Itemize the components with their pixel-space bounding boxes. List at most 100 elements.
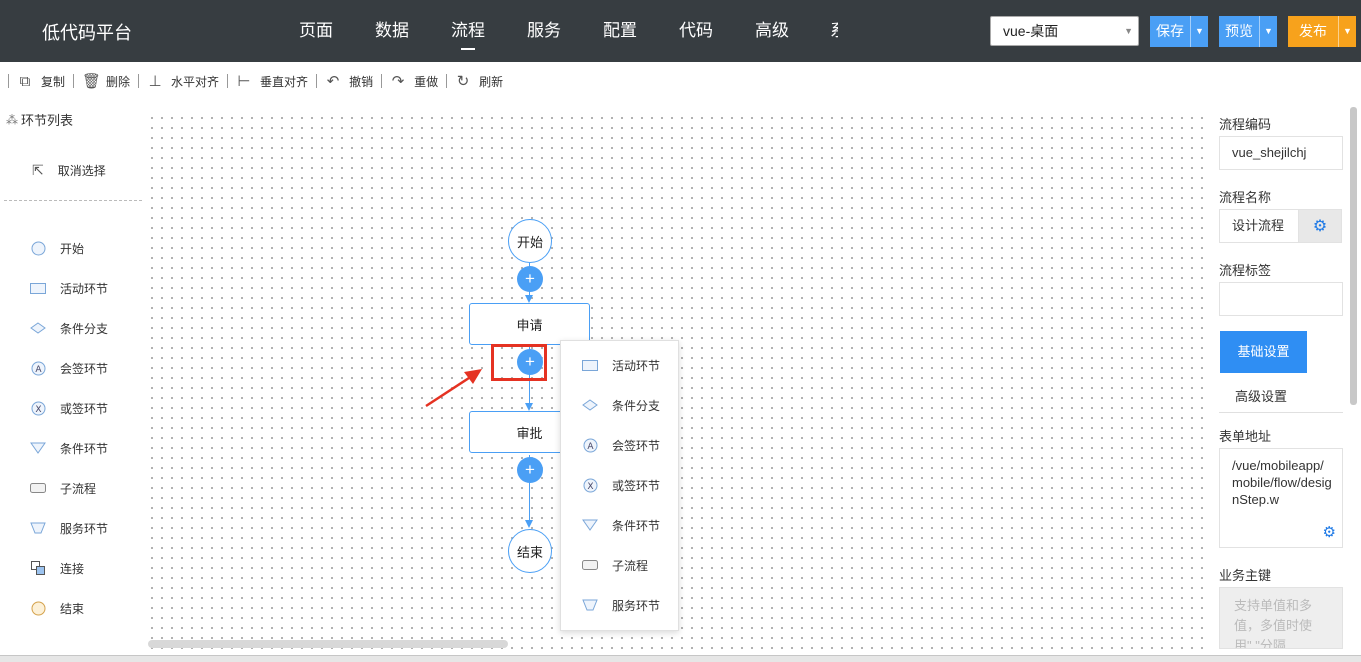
toolbar-divider (446, 74, 448, 88)
palette-item-link[interactable]: 连接 (30, 548, 108, 588)
flow-tag-field[interactable] (1219, 282, 1343, 316)
palette-item-condition[interactable]: 条件环节 (30, 428, 108, 468)
cancel-select-tool[interactable]: ⇱ 取消选择 (32, 162, 106, 179)
add-node-button[interactable]: + (517, 266, 543, 292)
canvas-horizontal-scrollbar[interactable] (148, 640, 508, 648)
add-node-button[interactable]: + (517, 457, 543, 483)
flow-code-label: 流程编码 (1219, 117, 1272, 132)
nav-data[interactable]: 数据 (354, 0, 430, 62)
pointer-icon: ⇱ (32, 162, 44, 178)
panel-vertical-scrollbar[interactable] (1350, 107, 1357, 405)
brand-title: 低代码平台 (42, 23, 132, 43)
toolbar-divider (8, 74, 9, 88)
flow-name-settings-button[interactable]: ⚙ (1298, 209, 1342, 243)
subprocess-icon (30, 481, 46, 495)
vertical-align-icon: ⊢ (237, 73, 251, 90)
gear-icon[interactable]: ⚙ (1323, 524, 1336, 541)
palette-item-activity[interactable]: 活动环节 (30, 268, 108, 308)
popup-item-countersign[interactable]: A 会签环节 (561, 425, 678, 465)
nav-overflow-item[interactable]: 系 (826, 0, 838, 62)
delete-button[interactable]: 🗑 删除 (82, 72, 130, 90)
gear-icon: ⚙ (1312, 218, 1328, 235)
save-button[interactable]: 保存 (1150, 16, 1190, 47)
vertical-align-button[interactable]: ⊢ 垂直对齐 (236, 72, 309, 90)
diamond-icon (582, 399, 598, 411)
select-caret-icon: ▼ (1124, 26, 1133, 36)
business-key-label: 业务主键 (1219, 568, 1272, 583)
popup-item-condition[interactable]: 条件环节 (561, 505, 678, 545)
popup-item-or-sign[interactable]: X 或签环节 (561, 465, 678, 505)
node-label: 申请 (516, 317, 543, 333)
toolbar-divider (381, 74, 383, 88)
svg-text:A: A (587, 442, 594, 452)
popup-item-activity[interactable]: 活动环节 (561, 345, 678, 385)
toolbar-divider (227, 74, 229, 88)
circle-icon (30, 241, 46, 255)
form-url-field[interactable]: /vue/mobileapp/mobile/flow/designStep.w … (1219, 448, 1343, 548)
trash-icon: 🗑 (82, 73, 102, 90)
preview-button[interactable]: 预览 (1219, 16, 1259, 47)
flow-node-start[interactable]: 开始 (508, 219, 552, 263)
palette-item-end[interactable]: 结束 (30, 588, 108, 628)
flow-name-label: 流程名称 (1219, 190, 1272, 205)
tab-advanced-settings[interactable]: 高级设置 (1235, 386, 1287, 405)
palette-item-start[interactable]: 开始 (30, 228, 108, 268)
countersign-icon: A (30, 361, 46, 375)
platform-select-value: vue-桌面 (1003, 23, 1059, 39)
popup-item-subprocess[interactable]: 子流程 (561, 545, 678, 585)
end-circle-icon (30, 601, 46, 615)
popup-item-condition-branch[interactable]: 条件分支 (561, 385, 678, 425)
svg-text:A: A (35, 365, 42, 375)
flow-code-field[interactable]: vue_shejilchj (1219, 136, 1343, 170)
palette-item-subprocess[interactable]: 子流程 (30, 468, 108, 508)
nav-page[interactable]: 页面 (278, 0, 354, 62)
connector-arrow-icon (525, 295, 533, 303)
highlight-box (491, 344, 547, 381)
horizontal-align-icon: ⊥ (148, 73, 162, 90)
triangle-icon (582, 519, 598, 531)
or-sign-icon: X (30, 401, 46, 415)
preview-dropdown-icon[interactable]: ▼ (1259, 16, 1277, 47)
rect-icon (30, 281, 46, 295)
nav-config[interactable]: 配置 (582, 0, 658, 62)
flow-node-apply[interactable]: 申请 (469, 303, 590, 345)
copy-button[interactable]: ⧉ 复制 (17, 73, 65, 90)
svg-text:X: X (35, 405, 41, 415)
horizontal-align-button[interactable]: ⊥ 水平对齐 (147, 72, 219, 90)
publish-dropdown-icon[interactable]: ▼ (1338, 16, 1356, 47)
business-key-field[interactable]: 支持单值和多值，多值时使用","分隔 (1219, 587, 1343, 649)
flow-tag-label: 流程标签 (1219, 263, 1272, 278)
refresh-button[interactable]: ↻ 刷新 (455, 72, 503, 90)
nav-service[interactable]: 服务 (506, 0, 582, 62)
svg-text:X: X (587, 482, 593, 492)
palette-item-service[interactable]: 服务环节 (30, 508, 108, 548)
nav-advanced[interactable]: 高级 (734, 0, 810, 62)
palette-item-countersign[interactable]: A 会签环节 (30, 348, 108, 388)
palette-item-or-sign[interactable]: X 或签环节 (30, 388, 108, 428)
publish-button-group: 发布 ▼ (1288, 16, 1356, 47)
main-nav: 页面 数据 流程 服务 配置 代码 高级 (278, 0, 810, 62)
publish-button[interactable]: 发布 (1288, 16, 1338, 47)
form-url-label: 表单地址 (1219, 429, 1272, 444)
nav-code[interactable]: 代码 (658, 0, 734, 62)
toolbar-divider (138, 74, 140, 88)
palette-title: ⁂ 环节列表 (6, 112, 74, 129)
platform-select[interactable]: vue-桌面 ▼ (990, 16, 1139, 46)
palette-item-condition-branch[interactable]: 条件分支 (30, 308, 108, 348)
nav-flow[interactable]: 流程 (430, 0, 506, 62)
save-button-group: 保存 ▼ (1150, 16, 1208, 47)
node-palette: ⁂ 环节列表 ⇱ 取消选择 开始 活动环节 条件分支 A 会签环节 X 或签环节… (0, 100, 145, 662)
save-dropdown-icon[interactable]: ▼ (1190, 16, 1208, 47)
add-node-popup-menu: 活动环节 条件分支 A 会签环节 X 或签环节 条件环节 子流程 服务环节 (560, 340, 679, 631)
or-sign-icon: X (582, 478, 598, 493)
countersign-icon: A (582, 438, 598, 453)
undo-button[interactable]: ↶ 撤销 (325, 72, 373, 90)
tab-basic-settings[interactable]: 基础设置 (1220, 331, 1307, 373)
flow-node-end[interactable]: 结束 (508, 529, 552, 573)
redo-button[interactable]: ↷ 重做 (390, 72, 438, 90)
copy-icon: ⧉ (19, 72, 31, 90)
popup-item-service[interactable]: 服务环节 (561, 585, 678, 625)
tab-divider (1219, 412, 1343, 413)
node-label: 审批 (516, 425, 543, 441)
flow-name-field[interactable]: 设计流程 (1219, 209, 1299, 243)
